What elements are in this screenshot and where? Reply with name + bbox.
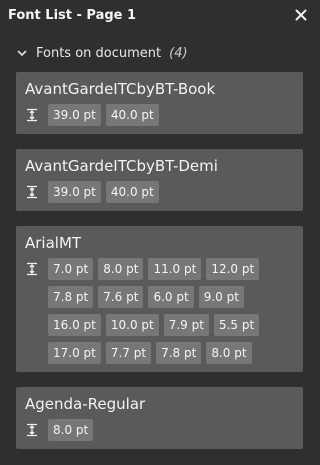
font-card: ArialMT 7.0 pt 8.0 pt 11.0 pt 12.0 pt 7.8 pt 7… xyxy=(16,226,303,372)
font-size-chip[interactable]: 40.0 pt xyxy=(105,181,159,203)
font-card: AvantGardeITCbyBT-Book 39.0 pt 40.0 pt xyxy=(16,72,303,134)
font-size-chip[interactable]: 16.0 pt xyxy=(48,314,101,336)
font-size-chip[interactable]: 8.0 pt xyxy=(206,342,252,364)
font-size-chip[interactable]: 9.0 pt xyxy=(198,286,244,308)
font-size-chip[interactable]: 10.0 pt xyxy=(105,314,159,336)
font-size-icon xyxy=(24,258,40,280)
close-icon xyxy=(295,9,307,21)
font-size-chip[interactable]: 8.0 pt xyxy=(98,258,144,280)
font-card-list: AvantGardeITCbyBT-Book 39.0 pt 40.0 pt Avan… xyxy=(16,72,303,464)
close-button[interactable] xyxy=(293,7,309,23)
section-label: Fonts on document xyxy=(36,45,162,61)
font-size-chip[interactable]: 12.0 pt xyxy=(206,258,260,280)
font-size-icon xyxy=(24,181,40,203)
panel-title: Font List - Page 1 xyxy=(8,7,137,23)
font-size-chip[interactable]: 6.0 pt xyxy=(148,286,194,308)
section-count: (4) xyxy=(169,45,188,61)
fonts-section-toggle[interactable]: Fonts on document (4) xyxy=(16,44,188,62)
font-size-icon xyxy=(24,104,40,126)
font-size-row: 7.0 pt 8.0 pt 11.0 pt 12.0 pt 7.8 pt 7.6 pt 6.… xyxy=(24,258,295,364)
font-size-chip[interactable]: 11.0 pt xyxy=(148,258,202,280)
font-size-row: 39.0 pt 40.0 pt xyxy=(24,104,295,126)
font-size-chip[interactable]: 8.0 pt xyxy=(48,419,94,441)
font-size-list: 7.0 pt 8.0 pt 11.0 pt 12.0 pt 7.8 pt 7.6 pt 6.… xyxy=(48,258,288,364)
font-size-chip[interactable]: 40.0 pt xyxy=(105,104,159,126)
font-size-chip[interactable]: 7.9 pt xyxy=(163,314,209,336)
chevron-down-icon xyxy=(16,47,28,59)
font-size-chip[interactable]: 7.7 pt xyxy=(105,342,152,364)
font-name: ArialMT xyxy=(25,234,82,252)
font-list-panel: Font List - Page 1 Fonts on document (4)… xyxy=(0,0,317,465)
font-name: Agenda-Regular xyxy=(25,395,146,413)
font-card: Agenda-Regular 8.0 pt xyxy=(16,387,303,449)
font-size-icon xyxy=(24,419,40,441)
font-size-row: 39.0 pt 40.0 pt xyxy=(24,181,295,203)
font-size-list: 39.0 pt 40.0 pt xyxy=(48,181,288,203)
font-size-row: 8.0 pt xyxy=(24,419,295,441)
font-name: AvantGardeITCbyBT-Demi xyxy=(25,157,218,175)
font-size-list: 39.0 pt 40.0 pt xyxy=(48,104,288,126)
font-size-chip[interactable]: 7.8 pt xyxy=(48,286,94,308)
font-name: AvantGardeITCbyBT-Book xyxy=(25,80,216,98)
font-size-chip[interactable]: 39.0 pt xyxy=(48,104,101,126)
font-size-chip[interactable]: 17.0 pt xyxy=(48,342,101,364)
font-size-chip[interactable]: 7.0 pt xyxy=(48,258,94,280)
font-size-chip[interactable]: 7.8 pt xyxy=(156,342,202,364)
panel-header: Font List - Page 1 xyxy=(0,0,317,30)
font-size-chip[interactable]: 7.6 pt xyxy=(98,286,144,308)
font-card: AvantGardeITCbyBT-Demi 39.0 pt 40.0 pt xyxy=(16,149,303,211)
font-size-list: 8.0 pt xyxy=(48,419,288,441)
font-size-chip[interactable]: 39.0 pt xyxy=(48,181,101,203)
font-size-chip[interactable]: 5.5 pt xyxy=(213,314,260,336)
